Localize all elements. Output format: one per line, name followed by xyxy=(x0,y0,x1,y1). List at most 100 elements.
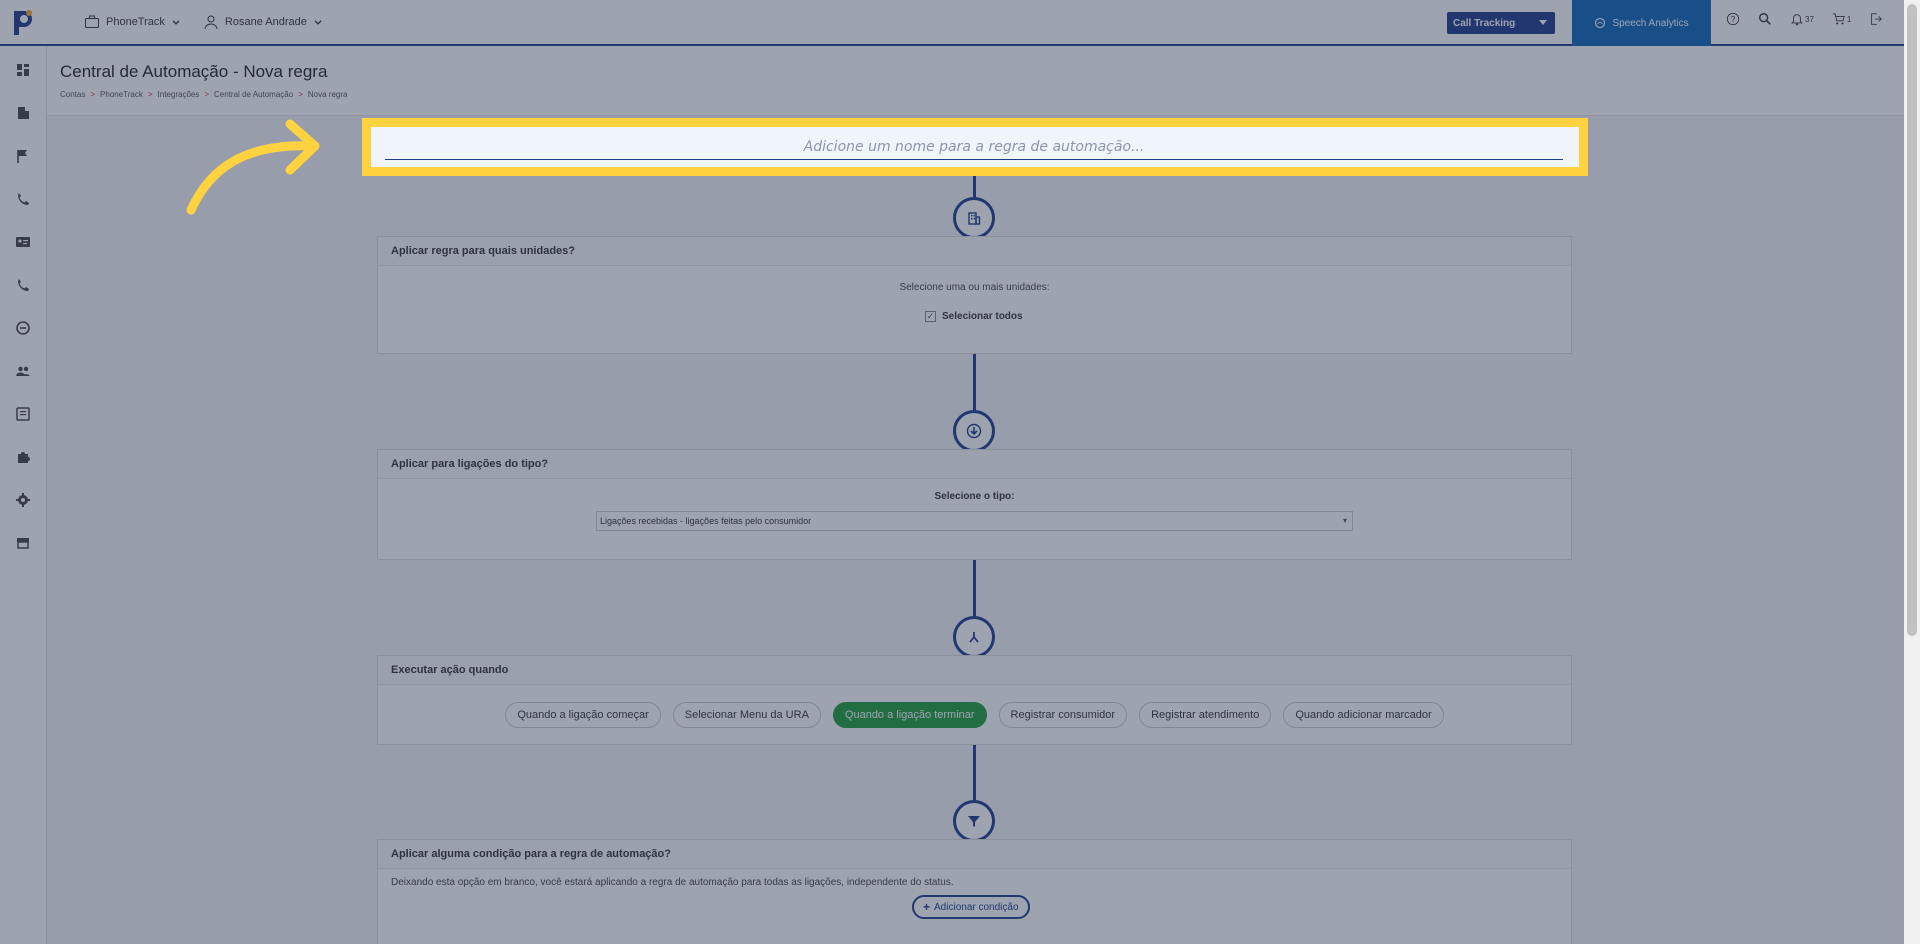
breadcrumb-separator: > xyxy=(298,90,303,99)
condition-step-node xyxy=(953,800,995,842)
trigger-option[interactable]: Registrar consumidor xyxy=(998,702,1128,728)
call-type-prompt: Selecione o tipo: xyxy=(934,491,1015,502)
cart-button[interactable]: 1 xyxy=(1832,12,1851,26)
logo-icon xyxy=(14,10,32,35)
trigger-options: Quando a ligação começar Selecionar Menu… xyxy=(378,685,1571,745)
units-prompt: Selecione uma ou mais unidades: xyxy=(899,282,1050,293)
search-button[interactable] xyxy=(1758,12,1772,26)
page-header: Central de Automação - Nova regra Contas… xyxy=(47,46,1904,116)
trigger-card-title: Executar ação quando xyxy=(378,656,1571,685)
breadcrumb-item[interactable]: Central de Automação xyxy=(214,90,293,99)
account-menu[interactable]: PhoneTrack xyxy=(84,14,181,30)
bell-icon xyxy=(1791,14,1803,26)
select-all-checkbox[interactable]: ✓ Selecionar todos xyxy=(925,311,1023,322)
cart-icon xyxy=(1832,13,1845,25)
chevron-down-icon xyxy=(172,20,180,25)
product-select-value: Call Tracking xyxy=(1453,17,1516,29)
add-condition-button[interactable]: + Adicionar condição xyxy=(912,895,1030,919)
filter-icon xyxy=(968,816,980,827)
puzzle-icon xyxy=(18,452,30,463)
condition-description: Deixando esta opção em branco, você esta… xyxy=(391,877,954,888)
breadcrumb-item[interactable]: Integrações xyxy=(158,90,200,99)
caret-down-icon xyxy=(1539,20,1547,25)
trigger-option[interactable]: Quando a ligação começar xyxy=(505,702,661,728)
trigger-option[interactable]: Selecionar Menu da URA xyxy=(672,702,821,728)
sidebar-item-store[interactable] xyxy=(15,535,31,551)
select-all-label: Selecionar todos xyxy=(942,311,1023,322)
users-icon xyxy=(16,366,30,376)
plus-icon: + xyxy=(923,900,931,914)
page-title: Central de Automação - Nova regra xyxy=(60,62,328,81)
store-icon xyxy=(17,538,29,549)
sidebar-item-dashboard[interactable] xyxy=(15,62,31,78)
breadcrumb-separator: > xyxy=(204,90,210,99)
svg-text:?: ? xyxy=(1731,15,1736,24)
checkbox-checked-icon: ✓ xyxy=(925,311,936,322)
building-icon xyxy=(968,212,981,225)
speech-analytics-label: Speech Analytics xyxy=(1612,17,1689,29)
sidebar-item-library[interactable] xyxy=(15,406,31,422)
breadcrumb-item[interactable]: Contas xyxy=(60,90,85,99)
phone-icon xyxy=(18,279,29,291)
sidebar-item-integrations[interactable] xyxy=(15,449,31,465)
units-step-node xyxy=(953,197,995,239)
units-card-title: Aplicar regra para quais unidades? xyxy=(378,237,1571,266)
gear-icon xyxy=(16,493,30,507)
condition-card: Aplicar alguma condição para a regra de … xyxy=(377,839,1572,944)
notifications-button[interactable]: 37 xyxy=(1790,12,1814,26)
speech-analytics-button[interactable]: Speech Analytics xyxy=(1572,0,1711,46)
sidebar-item-users[interactable] xyxy=(15,363,31,379)
flow-connector xyxy=(973,354,976,412)
user-menu[interactable]: Rosane Andrade xyxy=(203,14,323,30)
call-type-select-value: Ligações recebidas - ligações feitas pel… xyxy=(600,516,812,526)
sidebar-item-phone[interactable] xyxy=(15,277,31,293)
minus-circle-icon xyxy=(16,321,30,335)
call-type-step-node xyxy=(953,410,995,452)
breadcrumb-item[interactable]: PhoneTrack xyxy=(100,90,143,99)
breadcrumb-item: Nova regra xyxy=(307,90,348,99)
help-button[interactable]: ? xyxy=(1726,12,1740,26)
breadcrumb-separator: > xyxy=(147,90,153,99)
trigger-step-node xyxy=(953,616,995,658)
trigger-card: Executar ação quando Quando a ligação co… xyxy=(377,655,1572,745)
sidebar-item-accounts[interactable] xyxy=(15,105,31,121)
building-icon xyxy=(18,107,29,119)
sidebar xyxy=(0,46,47,944)
call-type-card-title: Aplicar para ligações do tipo? xyxy=(378,450,1571,479)
briefcase-icon xyxy=(85,15,99,28)
sidebar-item-settings[interactable] xyxy=(15,492,31,508)
notifications-count: 37 xyxy=(1805,14,1814,24)
page-scrollbar[interactable] xyxy=(1904,0,1920,944)
user-icon xyxy=(204,15,218,30)
units-card: Aplicar regra para quais unidades? Selec… xyxy=(377,236,1572,354)
sidebar-item-contacts[interactable] xyxy=(15,234,31,250)
logout-icon xyxy=(1871,13,1883,25)
logout-button[interactable] xyxy=(1869,12,1883,26)
trigger-option[interactable]: Quando adicionar marcador xyxy=(1283,702,1444,728)
contact-card-icon xyxy=(16,237,30,247)
chevron-down-icon xyxy=(314,20,322,25)
search-icon xyxy=(1759,13,1771,25)
app-logo[interactable] xyxy=(0,0,46,44)
pointer-arrow-icon xyxy=(186,119,320,215)
call-type-select[interactable]: Ligações recebidas - ligações feitas pel… xyxy=(596,511,1353,531)
breadcrumb: Contas > PhoneTrack > Integrações > Central… xyxy=(60,90,347,99)
rule-name-input[interactable] xyxy=(385,135,1563,160)
download-icon xyxy=(966,423,982,439)
user-menu-label: Rosane Andrade xyxy=(224,16,307,28)
sidebar-item-campaigns[interactable] xyxy=(15,148,31,164)
cart-count: 1 xyxy=(1846,14,1852,24)
flow-connector xyxy=(973,176,976,198)
trigger-option[interactable]: Registrar atendimento xyxy=(1139,702,1272,728)
sidebar-item-calls[interactable] xyxy=(15,191,31,207)
rule-name-highlight xyxy=(362,118,1588,176)
flow-connector xyxy=(973,560,976,618)
scrollbar-thumb[interactable] xyxy=(1907,4,1917,636)
trigger-option-active[interactable]: Quando a ligação terminar xyxy=(832,702,987,728)
sidebar-item-reports[interactable] xyxy=(15,320,31,336)
condition-card-title: Aplicar alguma condição para a regra de … xyxy=(378,840,1571,869)
add-condition-label: Adicionar condição xyxy=(934,901,1019,913)
top-bar: PhoneTrack Rosane Andrade Call Tracking … xyxy=(0,0,1904,46)
product-select[interactable]: Call Tracking xyxy=(1447,12,1555,34)
breadcrumb-separator: > xyxy=(90,90,96,99)
